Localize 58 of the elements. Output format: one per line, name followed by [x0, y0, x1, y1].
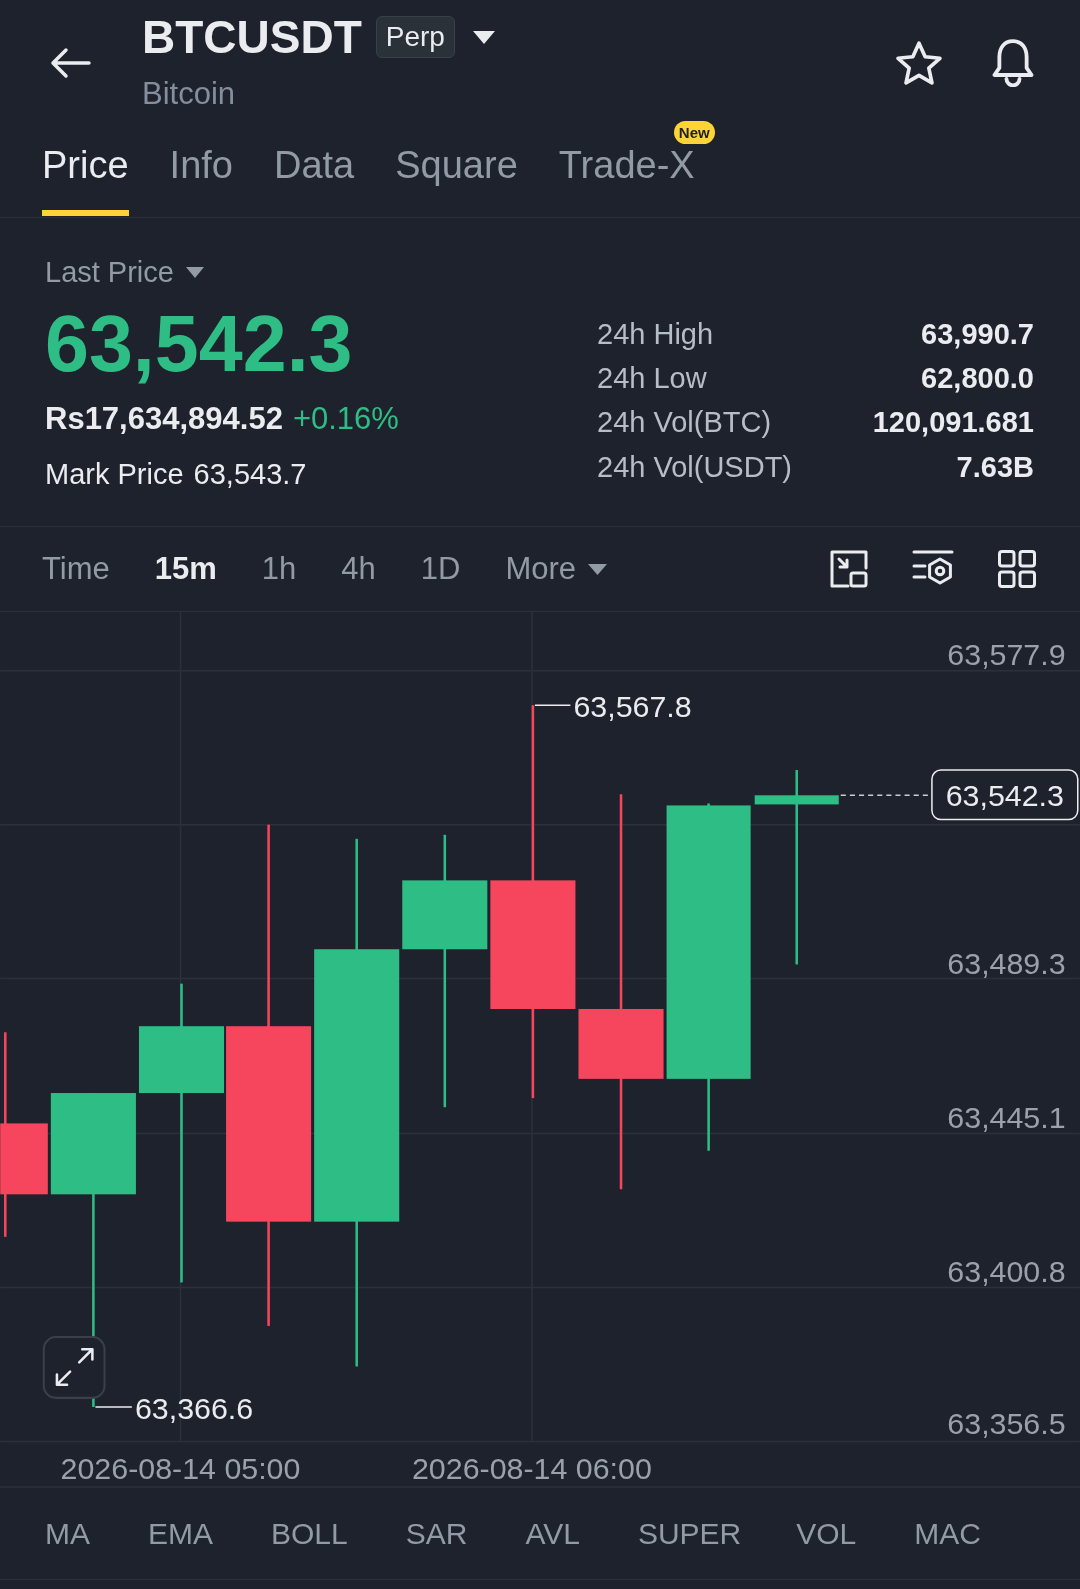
stat-value: 120,091.681: [872, 406, 1034, 440]
indicator-button[interactable]: AVL: [525, 1515, 580, 1552]
contract-badge: Perp: [375, 16, 455, 58]
leader-line: [534, 704, 572, 706]
tab[interactable]: Price: [42, 126, 129, 216]
caret-icon: [588, 563, 608, 575]
tab[interactable]: Square: [395, 126, 518, 216]
price-type-label[interactable]: Last Price: [45, 254, 174, 290]
interval-tab[interactable]: 1h: [261, 549, 297, 589]
interval-tab[interactable]: 15m: [154, 549, 217, 589]
indicator-button[interactable]: SUPER: [637, 1515, 742, 1552]
mark-price: 63,543.7: [193, 457, 307, 492]
bell-icon[interactable]: [992, 39, 1034, 87]
price-axis-label: 63,356.5: [947, 1406, 1066, 1441]
time-axis-label: 2026-08-14 05:00: [60, 1450, 301, 1485]
stat-label: 24h Low: [597, 361, 708, 395]
price-axis-label: 63,445.1: [947, 1100, 1066, 1135]
indicator-button[interactable]: MA: [45, 1515, 90, 1552]
last-price-tag: 63,542.3: [931, 769, 1079, 821]
time-axis-label: 2026-08-14 06:00: [412, 1450, 652, 1485]
interval-tab[interactable]: More: [505, 549, 608, 589]
price-axis-label: 63,489.3: [947, 945, 1066, 980]
indicator-button[interactable]: SAR: [405, 1515, 468, 1552]
interval-tab[interactable]: 1D: [420, 549, 461, 589]
low-price-label: 63,366.6: [134, 1391, 254, 1426]
price-axis-label: 63,400.8: [947, 1254, 1066, 1289]
expand-button[interactable]: [42, 1336, 106, 1399]
caret-icon[interactable]: [185, 266, 204, 278]
star-icon[interactable]: [896, 41, 942, 85]
mark-price-label: Mark Price: [45, 457, 184, 492]
indicator-button[interactable]: VOL: [796, 1515, 857, 1552]
corner-arrow-icon[interactable]: [830, 550, 868, 588]
leader-line: [94, 1406, 133, 1408]
indicator-button[interactable]: BOLL: [271, 1515, 348, 1552]
stat-label: 24h High: [597, 317, 715, 351]
back-icon[interactable]: [49, 47, 91, 79]
tab[interactable]: Data: [273, 126, 355, 216]
coin-name: Bitcoin: [142, 75, 236, 113]
interval-tab[interactable]: 4h: [341, 549, 376, 589]
stat-value: 62,800.0: [921, 361, 1034, 395]
symbol-title: BTCUSDT: [142, 12, 362, 62]
stat-value: 63,990.7: [921, 317, 1034, 351]
high-price-label: 63,567.8: [573, 689, 692, 724]
expand-icon: [55, 1348, 94, 1386]
caret-icon[interactable]: [472, 30, 495, 44]
grid-icon[interactable]: [998, 550, 1036, 588]
tab[interactable]: Info: [169, 126, 233, 216]
stat-label: 24h Vol(BTC): [597, 406, 773, 440]
stat-label: 24h Vol(USDT): [597, 450, 792, 484]
price-change: +0.16%: [292, 400, 399, 438]
interval-tab[interactable]: Time: [42, 549, 110, 589]
indicator-button[interactable]: MAC: [914, 1515, 981, 1552]
stat-value: 7.63B: [956, 450, 1034, 484]
local-currency-price: Rs17,634,894.52: [45, 400, 283, 438]
indicator-button[interactable]: EMA: [148, 1515, 213, 1552]
new-badge: New: [673, 121, 715, 144]
last-price: 63,542.3: [45, 304, 353, 384]
price-axis-label: 63,577.9: [947, 636, 1066, 671]
